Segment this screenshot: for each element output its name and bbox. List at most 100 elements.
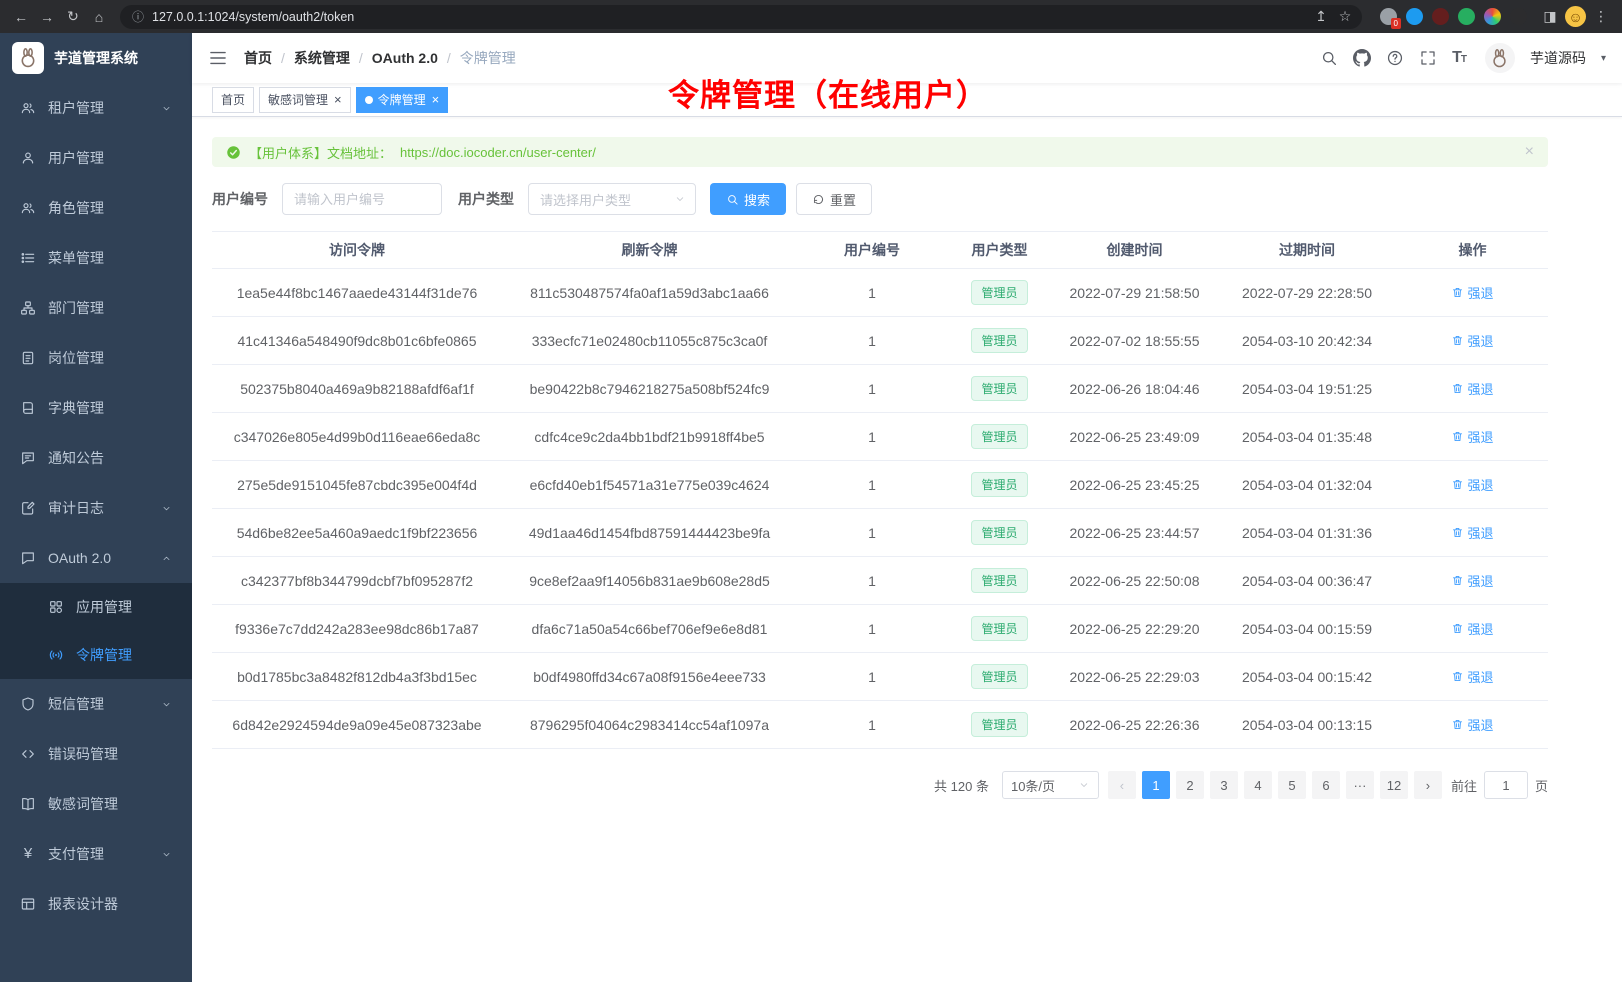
page-button-1[interactable]: 1 bbox=[1142, 771, 1170, 799]
force-logout-label: 强退 bbox=[1467, 283, 1493, 302]
reload-icon[interactable]: ↻ bbox=[62, 6, 84, 28]
user-type-select[interactable]: 请选择用户类型 bbox=[528, 183, 696, 215]
sidebar-item-post[interactable]: 岗位管理 bbox=[0, 333, 192, 383]
cell-user-type: 管理员 bbox=[947, 653, 1052, 701]
forward-icon[interactable]: → bbox=[36, 6, 58, 28]
github-icon bbox=[1353, 49, 1371, 67]
sidebar-item-oauth2-app[interactable]: 应用管理 bbox=[0, 583, 192, 631]
sidebar-item-sms[interactable]: 短信管理 bbox=[0, 679, 192, 729]
bookmark-star-icon[interactable]: ☆ bbox=[1334, 6, 1356, 28]
share-icon[interactable]: ↥ bbox=[1310, 6, 1332, 28]
force-logout-button[interactable]: 强退 bbox=[1451, 331, 1493, 350]
tab-token[interactable]: 令牌管理× bbox=[356, 87, 449, 113]
more-pages-button[interactable]: ··· bbox=[1346, 771, 1374, 799]
cell-user-id: 1 bbox=[797, 413, 947, 461]
back-icon[interactable]: ← bbox=[10, 6, 32, 28]
breadcrumb-item[interactable]: 系统管理 bbox=[294, 48, 350, 68]
tab-sensitive-word[interactable]: 敏感词管理× bbox=[259, 87, 351, 113]
sidebar-item-user[interactable]: 用户管理 bbox=[0, 133, 192, 183]
browser-profile-avatar[interactable]: ☺ bbox=[1565, 6, 1586, 27]
page-button-2[interactable]: 2 bbox=[1176, 771, 1204, 799]
sidebar-item-oauth2-token[interactable]: 令牌管理 bbox=[0, 631, 192, 679]
app-logo[interactable]: 芋道管理系统 bbox=[0, 33, 192, 83]
browser-menu-icon[interactable]: ⋮ bbox=[1590, 6, 1612, 28]
next-page-button[interactable]: › bbox=[1414, 771, 1442, 799]
page-button-4[interactable]: 4 bbox=[1244, 771, 1272, 799]
doc-link[interactable]: https://doc.iocoder.cn/user-center/ bbox=[400, 145, 596, 160]
tab-close-icon[interactable]: × bbox=[432, 93, 440, 106]
table-row: c342377bf8b344799dcbf7bf095287f29ce8ef2a… bbox=[212, 557, 1548, 605]
github-icon[interactable] bbox=[1353, 49, 1371, 67]
sidebar-item-dept[interactable]: 部门管理 bbox=[0, 283, 192, 333]
help-icon[interactable] bbox=[1386, 49, 1404, 67]
sidebar-item-label: 敏感词管理 bbox=[48, 794, 118, 814]
extension-icon[interactable] bbox=[1432, 8, 1449, 25]
user-id-input[interactable] bbox=[282, 183, 442, 215]
extension-icon[interactable] bbox=[1510, 8, 1527, 25]
force-logout-button[interactable]: 强退 bbox=[1451, 523, 1493, 542]
chevron-down-icon bbox=[1078, 779, 1090, 791]
force-logout-button[interactable]: 强退 bbox=[1451, 715, 1493, 734]
alert-close-icon[interactable]: × bbox=[1525, 144, 1534, 160]
fullscreen-icon[interactable] bbox=[1419, 49, 1437, 67]
search-icon[interactable] bbox=[1320, 49, 1338, 67]
page-button-5[interactable]: 5 bbox=[1278, 771, 1306, 799]
page-size-select[interactable]: 10条/页 bbox=[1002, 771, 1099, 799]
force-logout-button[interactable]: 强退 bbox=[1451, 571, 1493, 590]
side-panel-icon[interactable]: ◨ bbox=[1539, 6, 1561, 28]
cell-expires-at: 2054-03-04 00:15:59 bbox=[1217, 605, 1397, 653]
trash-icon bbox=[1451, 526, 1464, 539]
cell-expires-at: 2022-07-29 22:28:50 bbox=[1217, 269, 1397, 317]
extension-icon[interactable] bbox=[1406, 8, 1423, 25]
chevron-down-icon bbox=[161, 849, 172, 860]
page-button-12[interactable]: 12 bbox=[1380, 771, 1408, 799]
search-button[interactable]: 搜索 bbox=[710, 183, 786, 215]
force-logout-button[interactable]: 强退 bbox=[1451, 283, 1493, 302]
sidebar-item-tenant[interactable]: 租户管理 bbox=[0, 83, 192, 133]
sidebar-collapse-icon[interactable] bbox=[208, 48, 228, 68]
sidebar-item-error-code[interactable]: 错误码管理 bbox=[0, 729, 192, 779]
sidebar-item-report-designer[interactable]: 报表设计器 bbox=[0, 879, 192, 929]
tab-home[interactable]: 首页 bbox=[212, 87, 254, 113]
site-info-icon[interactable]: ⓘ bbox=[132, 8, 144, 25]
cell-actions: 强退 bbox=[1397, 605, 1548, 653]
sidebar-item-menu[interactable]: 菜单管理 bbox=[0, 233, 192, 283]
sidebar-item-notice[interactable]: 通知公告 bbox=[0, 433, 192, 483]
force-logout-button[interactable]: 强退 bbox=[1451, 475, 1493, 494]
goto-page-input[interactable] bbox=[1484, 771, 1528, 799]
extension-icon[interactable]: 0 bbox=[1380, 8, 1397, 25]
force-logout-button[interactable]: 强退 bbox=[1451, 667, 1493, 686]
address-bar[interactable]: ⓘ 127.0.0.1:1024/system/oauth2/token ↥ ☆ bbox=[120, 5, 1362, 29]
force-logout-button[interactable]: 强退 bbox=[1451, 379, 1493, 398]
home-icon[interactable]: ⌂ bbox=[88, 6, 110, 28]
extension-icon[interactable] bbox=[1458, 8, 1475, 25]
force-logout-button[interactable]: 强退 bbox=[1451, 619, 1493, 638]
cell-refresh-token: 9ce8ef2aa9f14056b831ae9b608e28d5 bbox=[502, 557, 797, 605]
page-button-6[interactable]: 6 bbox=[1312, 771, 1340, 799]
breadcrumb-item[interactable]: 首页 bbox=[244, 48, 272, 68]
sidebar-item-audit-log[interactable]: 审计日志 bbox=[0, 483, 192, 533]
trash-icon bbox=[1451, 622, 1464, 635]
tab-close-icon[interactable]: × bbox=[334, 93, 342, 106]
prev-page-button[interactable]: ‹ bbox=[1108, 771, 1136, 799]
reset-button[interactable]: 重置 bbox=[796, 183, 872, 215]
sidebar-item-sensitive-word[interactable]: 敏感词管理 bbox=[0, 779, 192, 829]
table-row: 275e5de9151045fe87cbdc395e004f4de6cfd40e… bbox=[212, 461, 1548, 509]
cell-actions: 强退 bbox=[1397, 701, 1548, 749]
force-logout-button[interactable]: 强退 bbox=[1451, 427, 1493, 446]
trash-icon bbox=[1451, 670, 1464, 683]
extension-icon[interactable] bbox=[1484, 8, 1501, 25]
font-size-icon[interactable]: TT bbox=[1452, 49, 1466, 67]
user-menu-caret-icon[interactable]: ▾ bbox=[1601, 53, 1606, 64]
username-label[interactable]: 芋道源码 bbox=[1530, 48, 1586, 68]
page-button-3[interactable]: 3 bbox=[1210, 771, 1238, 799]
cell-refresh-token: e6cfd40eb1f54571a31e775e039c4624 bbox=[502, 461, 797, 509]
sidebar-item-dict[interactable]: 字典管理 bbox=[0, 383, 192, 433]
table-row: 1ea5e44f8bc1467aaede43144f31de76811c5304… bbox=[212, 269, 1548, 317]
breadcrumb-item[interactable]: OAuth 2.0 bbox=[372, 50, 438, 66]
sidebar-item-oauth2[interactable]: OAuth 2.0 bbox=[0, 533, 192, 583]
user-avatar[interactable] bbox=[1485, 43, 1515, 73]
cell-access-token: b0d1785bc3a8482f812db4a3f3bd15ec bbox=[212, 653, 502, 701]
sidebar-item-role[interactable]: 角色管理 bbox=[0, 183, 192, 233]
sidebar-item-pay[interactable]: ¥支付管理 bbox=[0, 829, 192, 879]
